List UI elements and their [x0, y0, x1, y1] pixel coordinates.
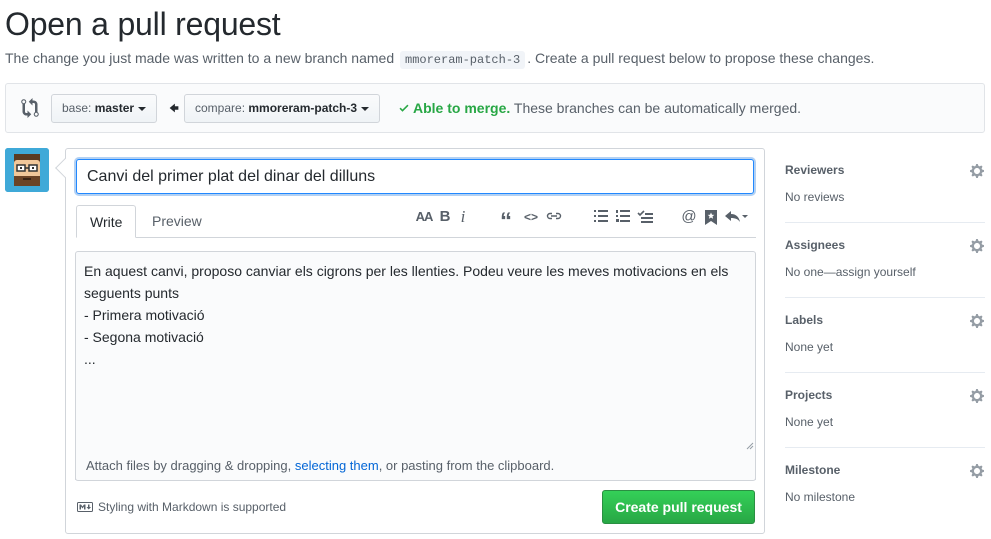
- unordered-list-tool-button[interactable]: [593, 207, 609, 227]
- task-list-tool-button[interactable]: [636, 207, 654, 227]
- avatar-face-icon: [5, 148, 49, 192]
- merge-ok-label: Able to merge.: [413, 100, 511, 116]
- bookmark-icon: [705, 210, 717, 225]
- branch-name-code: mmoreram-patch-3: [400, 51, 526, 69]
- pull-request-form: Write Preview AA B i “ <> @ En aquest ca…: [55, 148, 765, 534]
- create-pull-request-button[interactable]: Create pull request: [602, 490, 755, 524]
- git-compare-icon: [21, 98, 39, 118]
- gear-icon[interactable]: [969, 313, 985, 329]
- reviewers-heading: Reviewers: [785, 163, 845, 177]
- attach-text-before: Attach files by dragging & dropping,: [86, 458, 295, 473]
- markdown-note: Styling with Markdown is supported: [77, 500, 286, 514]
- markdown-note-text: Styling with Markdown is supported: [98, 500, 287, 514]
- subtitle-after: . Create a pull request below to propose…: [527, 50, 875, 66]
- tasklist-icon: [637, 210, 653, 223]
- base-branch-select[interactable]: base: master: [51, 94, 158, 123]
- resize-handle-icon[interactable]: [746, 442, 754, 450]
- heading-tool-button[interactable]: AA: [414, 207, 434, 227]
- milestone-heading: Milestone: [785, 463, 841, 477]
- code-tool-button[interactable]: <>: [522, 207, 540, 227]
- caret-down-icon: [138, 106, 147, 111]
- italic-tool-button[interactable]: i: [457, 207, 469, 227]
- compare-branch-select[interactable]: compare: mmoreram-patch-3: [184, 94, 381, 123]
- check-icon: [399, 104, 409, 112]
- gear-icon[interactable]: [969, 238, 985, 254]
- form-pointer: [55, 158, 75, 178]
- sidebar-labels: Labels None yet: [785, 298, 985, 373]
- reply-icon: [725, 211, 748, 222]
- gear-icon[interactable]: [969, 463, 985, 479]
- projects-heading: Projects: [785, 388, 833, 402]
- labels-value: None yet: [785, 340, 834, 354]
- quote-tool-button[interactable]: “: [498, 207, 514, 235]
- link-tool-button[interactable]: [545, 207, 563, 227]
- page-title: Open a pull request: [5, 6, 281, 42]
- merge-status: Able to merge. These branches can be aut…: [398, 100, 801, 116]
- assignees-value[interactable]: No one—assign yourself: [785, 265, 916, 279]
- sidebar-reviewers: Reviewers No reviews: [785, 148, 985, 223]
- list-ordered-icon: [616, 210, 630, 222]
- select-files-link[interactable]: selecting them: [295, 458, 379, 473]
- sidebar-milestone: Milestone No milestone: [785, 448, 985, 523]
- pr-title-input[interactable]: [76, 159, 754, 194]
- gear-icon[interactable]: [969, 163, 985, 179]
- pr-body-textarea[interactable]: En aquest canvi, proposo canviar els cig…: [75, 251, 756, 480]
- avatar[interactable]: [5, 148, 49, 192]
- sidebar-assignees: Assignees No one—assign yourself: [785, 223, 985, 298]
- reviewers-value: No reviews: [785, 190, 845, 204]
- tab-preview[interactable]: Preview: [139, 205, 215, 238]
- link-icon: [546, 212, 562, 220]
- reply-tool-button[interactable]: [724, 207, 750, 227]
- ordered-list-tool-button[interactable]: [615, 207, 631, 227]
- saved-reply-tool-button[interactable]: [703, 207, 719, 227]
- base-prefix: base:: [62, 101, 95, 115]
- assignees-heading: Assignees: [785, 238, 846, 252]
- list-unordered-icon: [594, 210, 608, 222]
- gear-icon[interactable]: [969, 388, 985, 404]
- file-attach-bar[interactable]: Attach files by dragging & dropping, sel…: [75, 450, 756, 481]
- milestone-value: No milestone: [785, 490, 856, 504]
- base-branch-name: master: [94, 101, 135, 115]
- mention-tool-button[interactable]: @: [680, 207, 698, 227]
- projects-value: None yet: [785, 415, 834, 429]
- tab-write[interactable]: Write: [76, 205, 137, 238]
- page-subtitle: The change you just made was written to …: [5, 50, 875, 69]
- compare-branch-name: mmoreram-patch-3: [248, 101, 358, 115]
- compare-prefix: compare:: [195, 101, 249, 115]
- bold-tool-button[interactable]: B: [438, 207, 452, 227]
- attach-text-after: , or pasting from the clipboard.: [378, 458, 555, 473]
- caret-down-icon: [361, 106, 370, 111]
- markdown-icon: [77, 502, 93, 512]
- labels-heading: Labels: [785, 313, 824, 327]
- merge-status-text: These branches can be automatically merg…: [510, 100, 802, 116]
- sidebar-projects: Projects None yet: [785, 373, 985, 448]
- subtitle-before: The change you just made was written to …: [5, 50, 398, 66]
- compare-range-bar: base: master compare: mmoreram-patch-3 A…: [5, 83, 985, 133]
- arrow-left-icon: [169, 103, 179, 113]
